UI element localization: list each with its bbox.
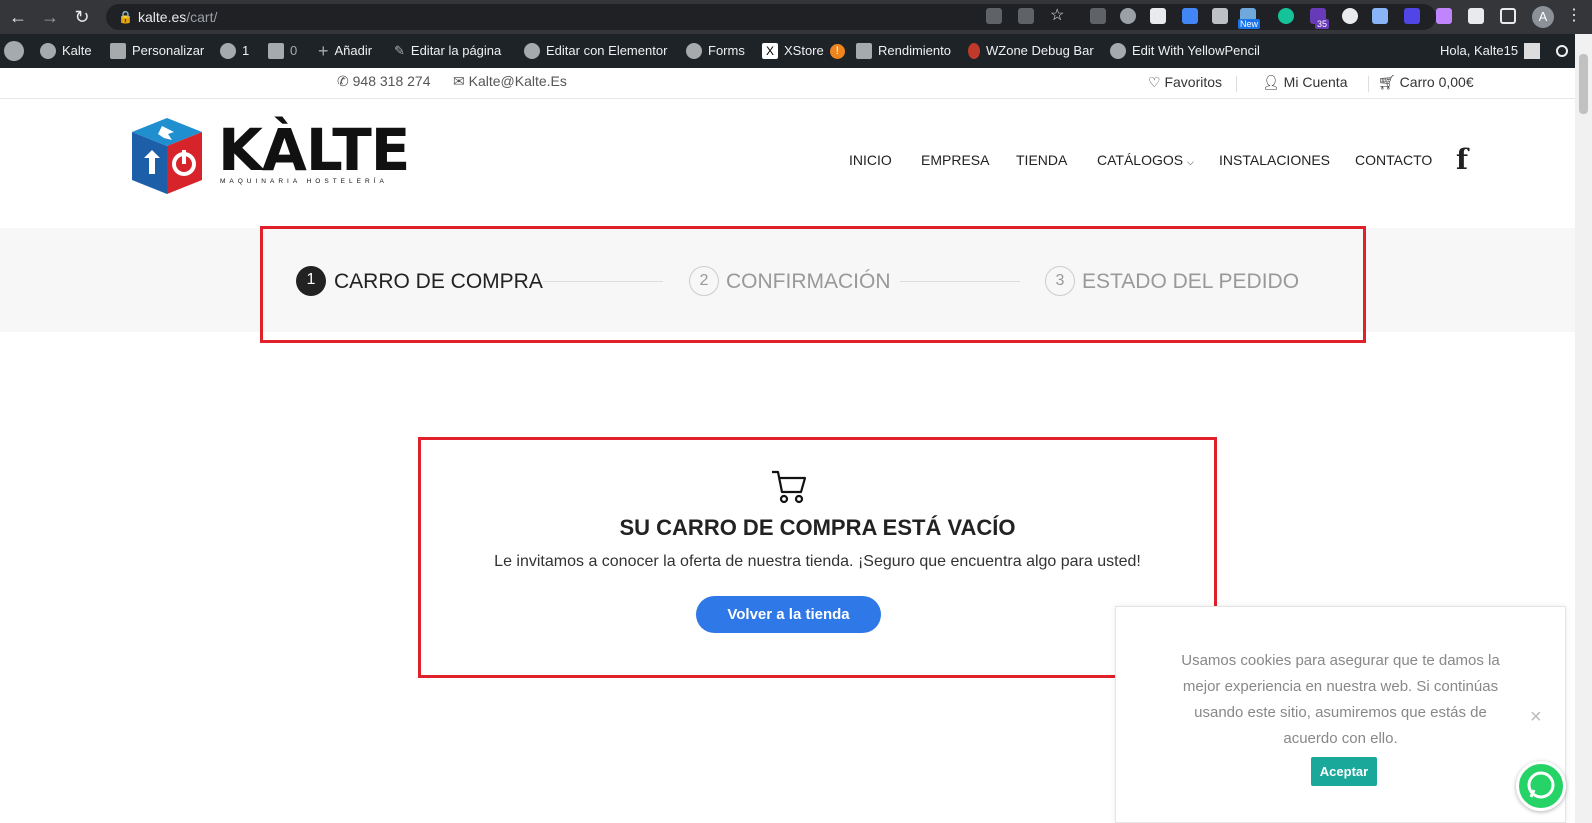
step-3-number: 3 xyxy=(1045,266,1075,296)
plus-icon: + xyxy=(318,41,329,61)
wp-admin-bar: Kalte Personalizar 1 0 + Añadir ✎ Editar l… xyxy=(0,34,1592,68)
step-1-label: CARRO DE COMPRA xyxy=(334,270,543,293)
globe-extension-icon[interactable] xyxy=(1120,8,1136,24)
logo-cube-icon[interactable] xyxy=(132,118,202,194)
xstore-icon: X xyxy=(762,43,778,59)
step-3-label: ESTADO DEL PEDIDO xyxy=(1082,270,1300,293)
lock-icon: 🔒 xyxy=(118,10,133,24)
new-badge: New xyxy=(1238,19,1261,29)
wpbar-edit-page[interactable]: ✎ Editar la página xyxy=(394,34,501,68)
browser-chrome: ← → ↻ 🔒 kalte.es/cart/ ☆ New 35 A ⋮ xyxy=(0,0,1592,34)
wpbar-site[interactable]: Kalte xyxy=(40,34,92,68)
wpbar-customize[interactable]: Personalizar xyxy=(110,34,204,68)
google-translate-extension-icon[interactable] xyxy=(1182,8,1198,24)
wpbar-account[interactable]: Hola, Kalte15 xyxy=(1440,34,1541,68)
circle-extension-icon[interactable] xyxy=(1342,8,1358,24)
pen-extension-icon[interactable] xyxy=(1372,8,1388,24)
recycle-extension-icon[interactable] xyxy=(1090,8,1106,24)
menu-item-inicio[interactable]: INICIO xyxy=(849,152,892,168)
bookmark-star-icon[interactable]: ☆ xyxy=(1050,8,1066,24)
menu-kebab-icon[interactable]: ⋮ xyxy=(1566,8,1582,24)
menu-item-empresa[interactable]: EMPRESA xyxy=(921,152,989,168)
address-bar[interactable]: 🔒 kalte.es/cart/ xyxy=(106,4,1436,30)
wpbar-updates[interactable]: 1 xyxy=(220,34,249,68)
wordpress-logo-icon[interactable] xyxy=(4,34,24,68)
heart-icon: ♡ xyxy=(1148,74,1161,90)
wpbar-elementor[interactable]: Editar con Elementor xyxy=(524,34,667,68)
logo-wordmark[interactable]: KÀLTE xyxy=(218,120,410,180)
bug-icon xyxy=(968,43,980,59)
cookie-text: Usamos cookies para asegurar que te damo… xyxy=(1181,652,1500,747)
step-2-label: CONFIRMACIÓN xyxy=(726,270,891,293)
puzzle-extensions-icon[interactable] xyxy=(1468,8,1484,24)
wpbar-comments[interactable]: 0 xyxy=(268,34,297,68)
wpbar-forms[interactable]: Forms xyxy=(686,34,745,68)
sidepanel-icon[interactable] xyxy=(1500,8,1516,24)
search-icon[interactable] xyxy=(1556,34,1568,68)
count-badge: 35 xyxy=(1315,19,1330,29)
gauge-icon xyxy=(856,43,872,59)
yellowpencil-icon xyxy=(1110,43,1126,59)
empty-cart-message: Le invitamos a conocer la oferta de nues… xyxy=(494,553,1141,570)
feather-extension-icon[interactable] xyxy=(1436,8,1452,24)
dashboard-icon xyxy=(40,43,56,59)
facebook-icon[interactable]: f xyxy=(1456,143,1468,176)
wpbar-xstore[interactable]: X XStore! xyxy=(762,34,845,68)
logo-tagline: MAQUINARIA HOSTELERÍA xyxy=(220,178,388,185)
favorites-link[interactable]: ♡ Favoritos xyxy=(1148,74,1222,91)
print-extension-icon[interactable] xyxy=(1150,8,1166,24)
scrollbar-thumb[interactable] xyxy=(1579,54,1588,114)
forms-icon xyxy=(686,43,702,59)
share-icon[interactable] xyxy=(1018,8,1034,24)
close-icon[interactable]: × xyxy=(1530,706,1542,729)
step-2-number: 2 xyxy=(689,266,719,296)
page-scrollbar[interactable] xyxy=(1575,34,1592,823)
wpbar-add[interactable]: + Añadir xyxy=(318,34,372,68)
cart-link[interactable]: 🛒︎ Carro 0,00€ xyxy=(1378,74,1474,91)
updates-icon xyxy=(220,43,236,59)
wpbar-performance[interactable]: Rendimiento xyxy=(856,34,951,68)
url-host: kalte.es xyxy=(138,9,187,25)
empty-cart-title: SU CARRO DE COMPRA ESTÁ VACÍO xyxy=(619,515,1016,540)
divider xyxy=(1368,76,1369,92)
warning-icon: ! xyxy=(829,43,845,59)
phone-link[interactable]: ✆ 948 318 274 xyxy=(337,73,430,90)
whatsapp-icon[interactable] xyxy=(1516,761,1566,811)
url-path: /cart/ xyxy=(186,9,218,25)
wpbar-yellowpencil[interactable]: Edit With YellowPencil xyxy=(1110,34,1260,68)
user-icon: 👤︎ xyxy=(1262,74,1280,90)
user-avatar xyxy=(1524,43,1541,59)
step-connector xyxy=(900,281,1020,282)
menu-item-instalaciones[interactable]: INSTALACIONES xyxy=(1219,152,1330,168)
menu-item-catalogos[interactable]: CATÁLOGOS ⌵ xyxy=(1097,152,1194,168)
wpbar-wzone[interactable]: WZone Debug Bar xyxy=(968,34,1094,68)
step-1-number: 1 xyxy=(296,266,326,296)
top-info-bar: ✆ 948 318 274 ✉ Kalte@Kalte.Es ♡ Favorit… xyxy=(0,68,1592,99)
phone-icon: ✆ xyxy=(337,73,349,89)
email-link[interactable]: ✉ Kalte@Kalte.Es xyxy=(453,73,567,90)
account-link[interactable]: 👤︎ Mi Cuenta xyxy=(1262,74,1347,91)
chevron-down-icon: ⌵ xyxy=(1186,157,1194,167)
video-extension-icon[interactable] xyxy=(1404,8,1420,24)
divider xyxy=(1236,76,1237,92)
profile-avatar[interactable]: A xyxy=(1532,6,1554,28)
cart-small-icon: 🛒︎ xyxy=(1378,74,1396,90)
step-connector xyxy=(543,281,663,282)
cart-icon xyxy=(772,470,807,504)
translate-icon[interactable] xyxy=(986,8,1002,24)
back-arrow-icon[interactable]: ← xyxy=(8,7,28,27)
mail-icon: ✉ xyxy=(453,73,465,89)
forward-arrow-icon[interactable]: → xyxy=(40,7,60,27)
brush-icon xyxy=(110,43,126,59)
menu-item-contacto[interactable]: CONTACTO xyxy=(1355,152,1432,168)
pencil-icon: ✎ xyxy=(394,43,405,58)
menu-item-tienda[interactable]: TIENDA xyxy=(1016,152,1067,168)
grammarly-icon[interactable] xyxy=(1278,8,1294,24)
return-to-shop-button[interactable]: Volver a la tienda xyxy=(696,596,881,633)
camera-extension-icon[interactable] xyxy=(1212,8,1228,24)
cookie-accept-button[interactable]: Aceptar xyxy=(1311,757,1377,786)
reload-icon[interactable]: ↻ xyxy=(72,7,92,27)
elementor-icon xyxy=(524,43,540,59)
comment-icon xyxy=(268,43,284,59)
